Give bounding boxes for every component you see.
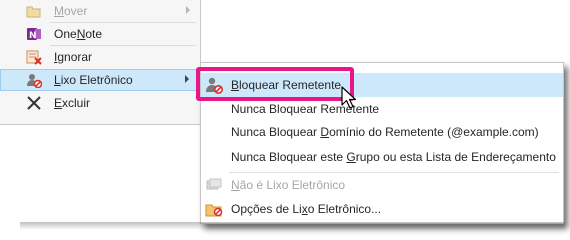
submenu-item-nao-e-lixo[interactable]: Não é Lixo Eletrônico [201,173,563,197]
menu-item-label: Ignorar [54,50,93,64]
folder-move-icon [26,3,42,19]
menu-item-onenote[interactable]: N OneNote [0,23,200,45]
submenu-item-label: Não é Lixo Eletrônico [231,178,346,192]
ignore-icon [26,49,42,65]
menu-item-label: Mover [54,4,88,18]
context-menu: Mover N OneNote Ignorar Lixo Eletrônico … [0,0,201,125]
submenu-arrow-icon [186,6,190,14]
submenu-arrow-icon [185,75,189,83]
junk-options-icon [205,200,223,218]
menu-item-ignorar[interactable]: Ignorar [0,46,200,68]
menu-item-mover[interactable]: Mover [0,0,200,22]
mouse-pointer-icon [340,85,360,111]
not-junk-icon [205,176,223,194]
menu-item-label: Lixo Eletrônico [54,73,133,87]
submenu-item-label: Nunca Bloquear este Grupo ou esta Lista … [231,150,556,164]
submenu-item-nunca-bloquear-dominio[interactable]: Nunca Bloquear Domínio do Remetente (@ex… [201,120,563,144]
submenu-item-label: Nunca Bloquear Domínio do Remetente (@ex… [231,125,539,139]
svg-text:N: N [29,31,37,41]
menu-item-label: Excluir [54,96,91,110]
submenu-item-nunca-bloquear-grupo[interactable]: Nunca Bloquear este Grupo ou esta Lista … [201,145,563,169]
menu-item-excluir[interactable]: Excluir [0,92,200,114]
delete-x-icon [26,95,42,111]
menu-item-label: OneNote [54,27,103,41]
menu-item-lixo-eletronico[interactable]: Lixo Eletrônico [0,69,200,91]
submenu-item-opcoes-lixo[interactable]: Opções de Lixo Eletrônico... [201,197,563,221]
callout-highlight-box [196,67,354,101]
onenote-icon: N [26,26,42,42]
menu-shadow [20,222,565,230]
junk-mail-icon [26,72,43,89]
submenu-item-label: Opções de Lixo Eletrônico... [231,202,382,216]
